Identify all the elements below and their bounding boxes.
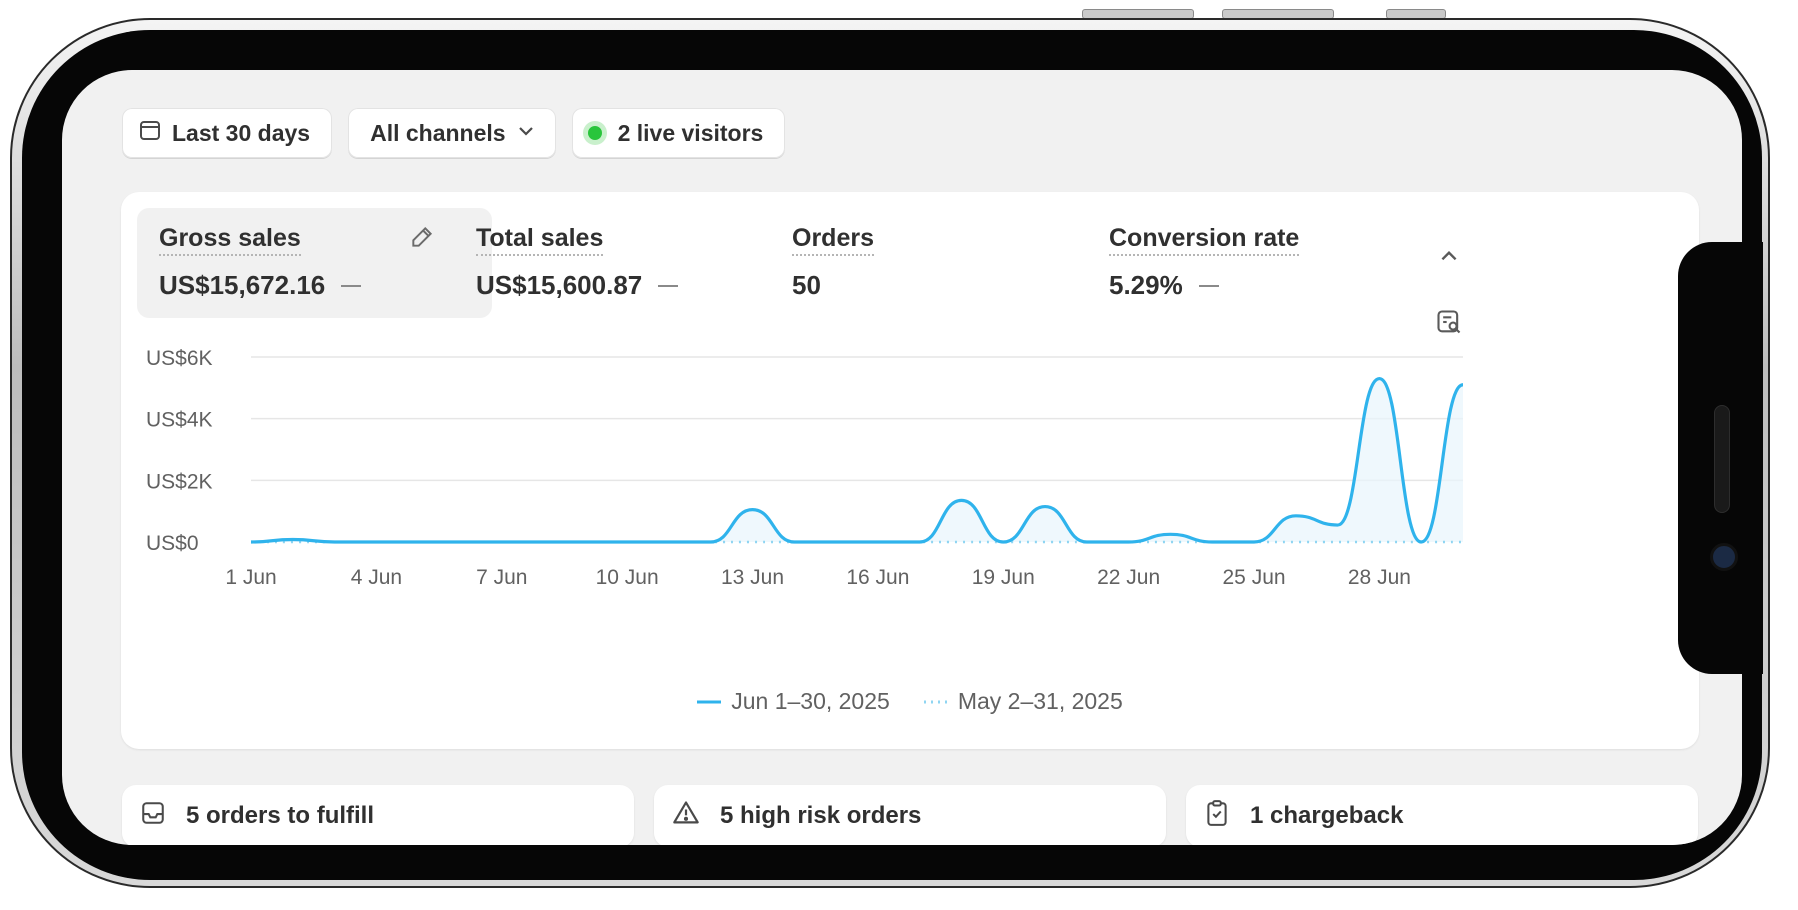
clipboard-check-icon (1204, 799, 1230, 834)
trend-dash (658, 284, 679, 287)
y-tick-label: US$4K (146, 409, 213, 432)
metric-gross-sales[interactable]: Gross sales US$15,672.16 (137, 208, 492, 318)
x-tick-label: 22 Jun (1097, 566, 1160, 589)
x-tick-label: 7 Jun (476, 566, 527, 589)
task-high-risk-orders[interactable]: 5 high risk orders (654, 785, 1166, 845)
metric-value: 5.29% (1109, 270, 1183, 300)
phone-speaker (1714, 405, 1730, 513)
x-tick-label: 4 Jun (351, 566, 402, 589)
x-tick-label: 16 Jun (846, 566, 909, 589)
trend-dash (341, 284, 362, 287)
phone-camera (1710, 543, 1738, 571)
task-cards: 5 orders to fulfill 5 high risk orders 1… (122, 785, 1698, 845)
metric-value: US$15,600.87 (476, 270, 643, 300)
metric-label: Conversion rate (1109, 224, 1300, 256)
x-tick-label: 19 Jun (972, 566, 1035, 589)
inbox-icon (140, 800, 166, 833)
chevron-down-icon (516, 120, 536, 147)
metric-total-sales[interactable]: Total sales US$15,600.87 (454, 208, 809, 318)
pencil-icon[interactable] (407, 222, 437, 252)
metric-value: US$15,672.16 (159, 270, 326, 300)
legend-label: Jun 1–30, 2025 (731, 688, 890, 714)
y-tick-label: US$0 (146, 532, 199, 555)
y-tick-label: US$6K (146, 347, 213, 370)
x-tick-label: 10 Jun (596, 566, 659, 589)
task-label: 5 high risk orders (720, 802, 922, 829)
alert-triangle-icon (672, 799, 700, 834)
legend-dotted-swatch (923, 700, 948, 703)
sales-line-chart: US$0 US$2K US$4K US$6K 1 Jun 4 Jun 7 Jun 10 Jun… (146, 347, 1464, 589)
task-label: 1 chargeback (1250, 802, 1404, 829)
channel-label: All channels (370, 119, 506, 146)
legend-item-previous[interactable]: May 2–31, 2025 (923, 688, 1123, 715)
metrics-row: Gross sales US$15,672.16 Total sales US$… (137, 208, 1647, 318)
sales-chart-card: Gross sales US$15,672.16 Total sales US$… (121, 192, 1699, 749)
x-tick-label: 13 Jun (721, 566, 784, 589)
chart-legend: Jun 1–30, 2025 May 2–31, 2025 (121, 688, 1699, 715)
x-tick-label: 25 Jun (1223, 566, 1286, 589)
date-range-button[interactable]: Last 30 days (122, 108, 333, 158)
metric-label: Orders (792, 224, 874, 256)
filter-bar: Last 30 days All channels 2 live visitor… (122, 108, 786, 158)
chevron-up-icon[interactable] (1433, 240, 1465, 272)
live-indicator-dot (587, 126, 602, 140)
x-tick-label: 1 Jun (225, 566, 276, 589)
metric-value: 50 (792, 270, 821, 300)
y-tick-label: US$2K (146, 470, 213, 493)
series-line-current (250, 376, 1464, 544)
legend-solid-swatch (697, 700, 722, 703)
metric-orders[interactable]: Orders 50 (770, 208, 1125, 318)
calendar-icon (138, 118, 162, 148)
metric-label: Gross sales (159, 224, 301, 256)
series-area-current (251, 378, 1463, 542)
live-visitors-button[interactable]: 2 live visitors (571, 108, 786, 158)
metric-label: Total sales (476, 224, 604, 256)
channel-select[interactable]: All channels (348, 108, 556, 158)
live-visitors-label: 2 live visitors (617, 119, 764, 146)
date-range-label: Last 30 days (172, 119, 311, 146)
legend-item-current[interactable]: Jun 1–30, 2025 (697, 688, 890, 715)
screen: Last 30 days All channels 2 live visitor… (62, 70, 1742, 845)
legend-label: May 2–31, 2025 (957, 688, 1123, 714)
metric-conversion-rate[interactable]: Conversion rate 5.29% (1087, 208, 1442, 318)
trend-dash (1198, 284, 1219, 287)
task-orders-to-fulfill[interactable]: 5 orders to fulfill (122, 785, 634, 845)
x-tick-label: 28 Jun (1348, 566, 1411, 589)
task-label: 5 orders to fulfill (186, 802, 375, 829)
task-chargeback[interactable]: 1 chargeback (1186, 785, 1698, 845)
